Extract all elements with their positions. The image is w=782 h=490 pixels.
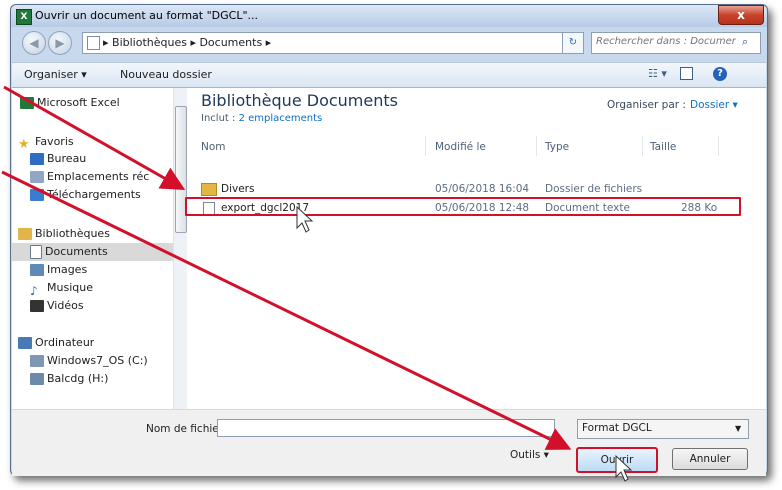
annotation-arrow — [3, 85, 186, 190]
annotation-overlay — [1, 85, 633, 482]
mouse-cursor-icon — [296, 205, 314, 233]
mouse-cursor-icon — [615, 454, 633, 482]
annotation-arrow — [1, 170, 572, 450]
